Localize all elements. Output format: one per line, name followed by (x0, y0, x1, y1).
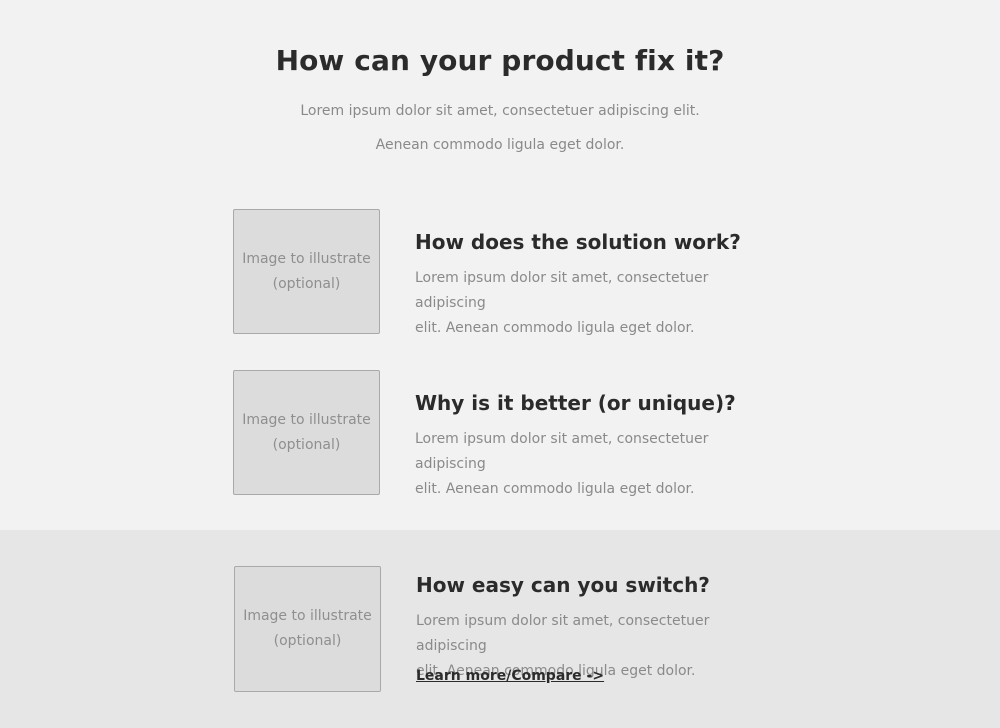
learn-more-compare-link[interactable]: Learn more/Compare -> (416, 668, 604, 684)
feature-title-how-easy-switch: How easy can you switch? (416, 573, 710, 597)
image-placeholder-label-line-2: (optional) (272, 436, 341, 453)
feature-description: Lorem ipsum dolor sit amet, consectetuer… (415, 427, 775, 502)
image-placeholder-label: Image to illustrate (optional) (243, 604, 372, 654)
intro-text-line-2: Aenean commodo ligula eget dolor. (375, 137, 625, 153)
feature-image-placeholder: Image to illustrate (optional) (233, 209, 380, 334)
feature-description-line-2: elit. Aenean commodo ligula eget dolor. (415, 481, 695, 497)
feature-description: Lorem ipsum dolor sit amet, consectetuer… (415, 266, 775, 341)
feature-description-line-1: Lorem ipsum dolor sit amet, consectetuer… (416, 613, 710, 654)
feature-title-why-better: Why is it better (or unique)? (415, 391, 736, 415)
image-placeholder-label: Image to illustrate (optional) (242, 408, 371, 458)
feature-description-line-1: Lorem ipsum dolor sit amet, consectetuer… (415, 431, 709, 472)
feature-image-placeholder: Image to illustrate (optional) (234, 566, 381, 692)
image-placeholder-label-line-1: Image to illustrate (243, 608, 372, 624)
page-title: How can your product fix it? (275, 44, 725, 77)
feature-description-line-2: elit. Aenean commodo ligula eget dolor. (415, 320, 695, 336)
image-placeholder-label-line-1: Image to illustrate (242, 411, 371, 428)
image-placeholder-label: Image to illustrate (optional) (242, 247, 371, 297)
feature-image-placeholder: Image to illustrate (optional) (233, 370, 380, 495)
page: How can your product fix it? Lorem ipsum… (0, 0, 1000, 728)
image-placeholder-label-line-2: (optional) (272, 275, 341, 292)
feature-title-how-it-works: How does the solution work? (415, 230, 741, 254)
feature-description-line-1: Lorem ipsum dolor sit amet, consectetuer… (415, 270, 709, 311)
intro-text-line-1: Lorem ipsum dolor sit amet, consectetuer… (300, 103, 700, 119)
image-placeholder-label-line-1: Image to illustrate (242, 250, 371, 267)
image-placeholder-label-line-2: (optional) (273, 633, 342, 649)
